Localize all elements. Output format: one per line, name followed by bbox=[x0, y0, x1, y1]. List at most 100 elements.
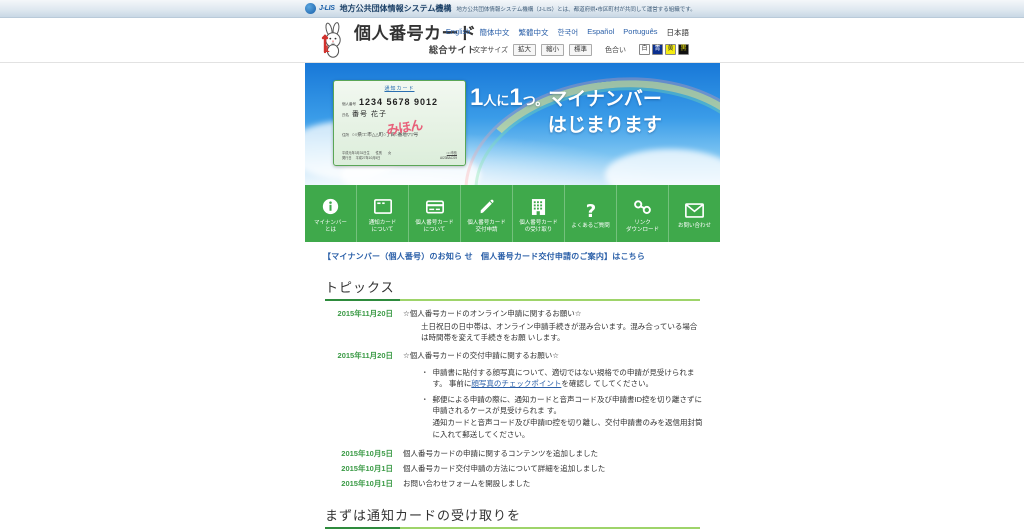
news-date: 2015年11月20日 bbox=[337, 350, 393, 360]
hero-line2: はじまります bbox=[547, 115, 662, 137]
hero-brand: マイナンバー bbox=[548, 89, 662, 110]
accessibility-controls: 文字サイズ 拡大 縮小 標準 色合い 白 青 黄 黒 bbox=[446, 44, 689, 56]
main-content: 【マイナンバー（個人番号）のお知ら せ 個人番号カード交付申請のご案内】はこちら… bbox=[305, 242, 720, 529]
list-item: 2015年10月1日 個人番号カード交付申請の方法について詳細を追加しました bbox=[325, 463, 703, 475]
notice-link[interactable]: 【マイナンバー（個人番号）のお知ら せ 個人番号カード交付申請のご案内】はこちら bbox=[323, 252, 645, 261]
card-issue-label: 発行日 bbox=[342, 156, 352, 160]
notice-banner[interactable]: 【マイナンバー（個人番号）のお知ら せ 個人番号カード交付申請のご案内】はこちら bbox=[305, 242, 720, 271]
topics-list: 2015年11月20日 ☆個人番号カードのオンライン申請に関するお願い☆ 土日祝… bbox=[325, 308, 703, 489]
news-date: 2015年10月1日 bbox=[341, 463, 393, 473]
site-header: 1 個人番号カード 総合サイト English 簡体中文 繁體中文 한국어 Es… bbox=[0, 18, 1024, 63]
card-sex-value: 女 bbox=[388, 151, 392, 155]
card-number-value: 1234 5678 9012 bbox=[359, 97, 439, 107]
main-navigation: マイナンバー とは 通知カード について 個人番号カード について 個人番号カー… bbox=[305, 185, 720, 242]
bullet-dot-icon: ・ bbox=[421, 367, 429, 377]
list-item: 2015年10月5日 個人番号カードの申請に関するコンテンツを追加しました bbox=[325, 448, 703, 460]
lang-simplified-chinese[interactable]: 簡体中文 bbox=[479, 27, 509, 38]
card-issuer-code: AI23BACS9 bbox=[439, 156, 457, 160]
bullet-dot-icon: ・ bbox=[421, 394, 429, 404]
news-heading: ☆個人番号カードの交付申請に関するお願い☆ bbox=[403, 350, 559, 360]
section-divider bbox=[325, 299, 700, 301]
card-title: 通知カード bbox=[384, 86, 415, 92]
hero-headline: 1人に1つ。マイナンバー はじまります bbox=[470, 84, 662, 138]
nav-label: 個人番号カード の受け取り bbox=[519, 219, 558, 233]
card-name-value: 番号 花子 bbox=[352, 111, 387, 118]
rabbit-mascot-icon: 1 bbox=[318, 22, 348, 58]
pencil-icon bbox=[478, 197, 496, 217]
info-circle-icon bbox=[322, 197, 339, 217]
lang-korean[interactable]: 한국어 bbox=[557, 27, 578, 38]
lang-spanish[interactable]: Español bbox=[587, 27, 614, 38]
colorscheme-label: 色合い bbox=[605, 46, 626, 54]
lang-english[interactable]: English bbox=[446, 27, 471, 38]
bullet-text-pre: 郵便による申請の際に、通知カードと音声コード及び申請書ID控を切り離さずに申請さ… bbox=[432, 394, 703, 439]
credit-card-icon bbox=[425, 197, 444, 217]
card-number-label: 個人番号 bbox=[342, 102, 356, 106]
news-bullet: ・ 郵便による申請の際に、通知カードと音声コード及び申請書ID控を切り離さずに申… bbox=[421, 394, 703, 441]
news-date: 2015年10月1日 bbox=[341, 478, 393, 488]
jlis-org-desc: 地方公共団体情報システム機構（J-LIS）とは、都道府県・市区町村が共同して運営… bbox=[456, 6, 696, 13]
news-bullet: ・ 申請書に貼付する顔写真について、適切ではない規格での申請が見受けられます。 … bbox=[421, 367, 703, 390]
nav-label: お問い合わせ bbox=[677, 223, 711, 230]
news-heading: 個人番号カード交付申請の方法について詳細を追加しました bbox=[403, 463, 606, 473]
card-issue-value: 平成27年10月5日 bbox=[355, 156, 381, 160]
colorscheme-blue-button[interactable]: 青 bbox=[652, 44, 663, 56]
nav-label: よくあるご質問 bbox=[571, 223, 610, 230]
news-heading: ☆個人番号カードのオンライン申請に関するお願い☆ bbox=[403, 309, 582, 318]
nav-item-about-mynumber-card[interactable]: 個人番号カード について bbox=[409, 185, 461, 242]
svg-text:1: 1 bbox=[324, 45, 330, 55]
hero-tail: つ。 bbox=[522, 93, 549, 108]
jlis-org-name: 地方公共団体情報システム機構 bbox=[339, 4, 452, 13]
next-section-title: まずは通知カードの受け取りを bbox=[325, 508, 522, 524]
window-card-icon bbox=[373, 197, 392, 217]
news-paragraph: 土日祝日の日中帯は、オンライン申請手続きが混み合います。混み合っている場合は時間… bbox=[421, 321, 698, 343]
nav-item-about-notification-card[interactable]: 通知カード について bbox=[357, 185, 409, 242]
textsize-label: 文字サイズ bbox=[473, 46, 508, 54]
hero-mid: 人に bbox=[483, 93, 510, 108]
nav-label: 個人番号カード について bbox=[415, 219, 454, 233]
nav-label: 通知カード について bbox=[368, 219, 397, 233]
textsize-normal-button[interactable]: 標準 bbox=[569, 44, 592, 56]
nav-item-contact[interactable]: お問い合わせ bbox=[669, 185, 720, 242]
hero-banner[interactable]: 通知カード 個人番号 1234 5678 9012 氏名 番号 花子 住所 ○○… bbox=[305, 63, 720, 185]
jlis-top-bar: J-LIS 地方公共団体情報システム機構 地方公共団体情報システム機構（J-LI… bbox=[0, 0, 1024, 18]
colorscheme-white-button[interactable]: 白 bbox=[639, 44, 650, 56]
notification-card-image: 通知カード 個人番号 1234 5678 9012 氏名 番号 花子 住所 ○○… bbox=[333, 80, 466, 166]
jlis-logo[interactable]: J-LIS bbox=[305, 3, 335, 14]
next-section-header: まずは通知カードの受け取りを bbox=[325, 505, 700, 529]
news-date: 2015年10月5日 bbox=[341, 449, 393, 459]
lang-traditional-chinese[interactable]: 繁體中文 bbox=[518, 27, 548, 38]
lang-japanese[interactable]: 日本語 bbox=[667, 27, 690, 38]
language-switcher: English 簡体中文 繁體中文 한국어 Español Português … bbox=[446, 27, 689, 38]
nav-label: 個人番号カード 交付申請 bbox=[467, 219, 506, 233]
nav-label: リンク ダウンロード bbox=[625, 219, 659, 233]
colorscheme-yellow-button[interactable]: 黄 bbox=[665, 44, 676, 56]
jlis-mark-text: J-LIS bbox=[319, 5, 335, 12]
news-heading: 個人番号カードの申請に関するコンテンツを追加しました bbox=[403, 449, 598, 459]
nav-item-links-downloads[interactable]: リンク ダウンロード bbox=[617, 185, 669, 242]
envelope-icon bbox=[685, 200, 704, 220]
card-address-label: 住所 bbox=[342, 133, 349, 137]
card-issuer: □□市長 bbox=[446, 151, 457, 155]
topics-title: トピックス bbox=[325, 280, 395, 295]
nav-item-faq[interactable]: ? よくあるご質問 bbox=[565, 185, 617, 242]
jlis-globe-icon bbox=[305, 3, 316, 14]
hero-num-two: 1 bbox=[509, 84, 523, 111]
bullet-text-post: を確認し てしてください。 bbox=[561, 379, 653, 389]
question-mark-icon: ? bbox=[583, 200, 599, 220]
nav-label: マイナンバー とは bbox=[314, 219, 347, 233]
nav-item-card-application[interactable]: 個人番号カード 交付申請 bbox=[461, 185, 513, 242]
building-icon bbox=[531, 197, 546, 217]
nav-item-card-receipt[interactable]: 個人番号カード の受け取り bbox=[513, 185, 565, 242]
lang-portuguese[interactable]: Português bbox=[623, 27, 657, 38]
textsize-larger-button[interactable]: 拡大 bbox=[513, 44, 536, 56]
nav-item-what-is-mynumber[interactable]: マイナンバー とは bbox=[305, 185, 357, 242]
textsize-smaller-button[interactable]: 縮小 bbox=[541, 44, 564, 56]
photo-checkpoint-link[interactable]: 顔写真のチェックポイント bbox=[471, 379, 561, 388]
svg-text:?: ? bbox=[585, 201, 595, 220]
list-item: 2015年11月20日 ☆個人番号カードの交付申請に関するお願い☆ ・ 申請書に… bbox=[325, 350, 703, 444]
news-heading: お問い合わせフォームを開設しました bbox=[403, 478, 531, 488]
colorscheme-black-button[interactable]: 黒 bbox=[678, 44, 689, 56]
list-item: 2015年11月20日 ☆個人番号カードのオンライン申請に関するお願い☆ 土日祝… bbox=[325, 308, 703, 344]
topics-section-header: トピックス bbox=[325, 277, 700, 301]
